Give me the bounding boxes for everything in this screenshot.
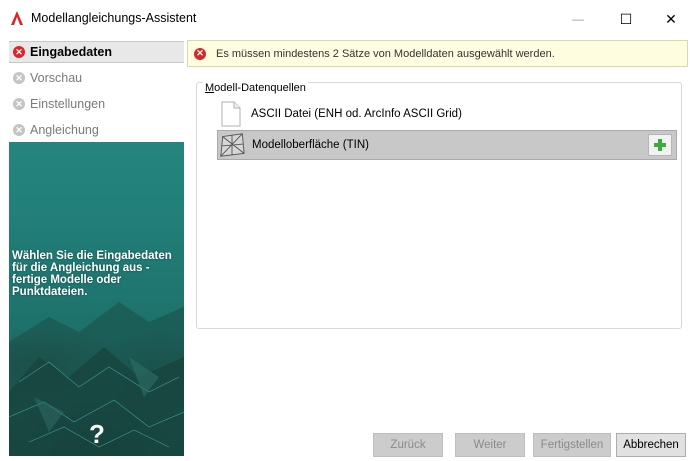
- window-title: Modellangleichungs-Assistent: [31, 11, 197, 25]
- datasource-label: ASCII Datei (ENH od. ArcInfo ASCII Grid): [251, 108, 462, 120]
- add-plus-icon: [654, 139, 666, 151]
- step-einstellungen[interactable]: ✕ Einstellungen: [9, 93, 184, 115]
- cancel-button[interactable]: Abbrechen: [616, 433, 686, 457]
- datasource-item-ascii[interactable]: ASCII Datei (ENH od. ArcInfo ASCII Grid): [217, 99, 677, 129]
- autodesk-a-icon: [11, 11, 23, 25]
- finish-button[interactable]: Fertigstellen: [533, 433, 611, 457]
- step-label: Vorschau: [30, 71, 83, 85]
- wizard-side-panel: ✕ Eingabedaten ✕ Vorschau ✕ Einstellunge…: [9, 38, 184, 456]
- step-vorschau[interactable]: ✕ Vorschau: [9, 67, 184, 89]
- disabled-circle-icon: ✕: [13, 98, 25, 110]
- datasource-item-tin[interactable]: Modelloberfläche (TIN): [217, 130, 677, 160]
- tin-surface-icon: [218, 131, 246, 159]
- step-label: Eingabedaten: [30, 45, 112, 59]
- datasource-group-label: Modell-Datenquellen: [203, 82, 308, 94]
- step-label: Angleichung: [30, 123, 99, 137]
- disabled-circle-icon: ✕: [13, 72, 25, 84]
- back-button[interactable]: Zurück: [373, 433, 443, 457]
- maximize-button[interactable]: ☐: [603, 0, 649, 38]
- close-button[interactable]: ✕: [648, 0, 690, 38]
- step-description: Wählen Sie die Eingabedaten für die Angl…: [12, 250, 172, 298]
- next-button[interactable]: Weiter: [455, 433, 525, 457]
- step-angleichung[interactable]: ✕ Angleichung: [9, 119, 184, 141]
- minimize-button[interactable]: —: [555, 0, 601, 38]
- title-bar: Modellangleichungs-Assistent — ☐ ✕: [0, 0, 690, 38]
- error-icon: ✕: [13, 46, 25, 58]
- validation-message-text: Es müssen mindestens 2 Sätze von Modelld…: [216, 47, 555, 60]
- disabled-circle-icon: ✕: [13, 124, 25, 136]
- error-icon: ✕: [194, 47, 206, 60]
- validation-message: ✕ Es müssen mindestens 2 Sätze von Model…: [187, 40, 688, 67]
- help-icon[interactable]: ?: [89, 419, 105, 450]
- step-list: ✕ Eingabedaten ✕ Vorschau ✕ Einstellunge…: [9, 38, 184, 142]
- document-icon: [217, 100, 245, 128]
- datasource-label: Modelloberfläche (TIN): [252, 139, 369, 151]
- step-label: Einstellungen: [30, 97, 106, 111]
- mountain-illustration: [9, 302, 184, 456]
- add-plus-button[interactable]: [648, 134, 672, 156]
- step-eingabedaten[interactable]: ✕ Eingabedaten: [9, 41, 184, 63]
